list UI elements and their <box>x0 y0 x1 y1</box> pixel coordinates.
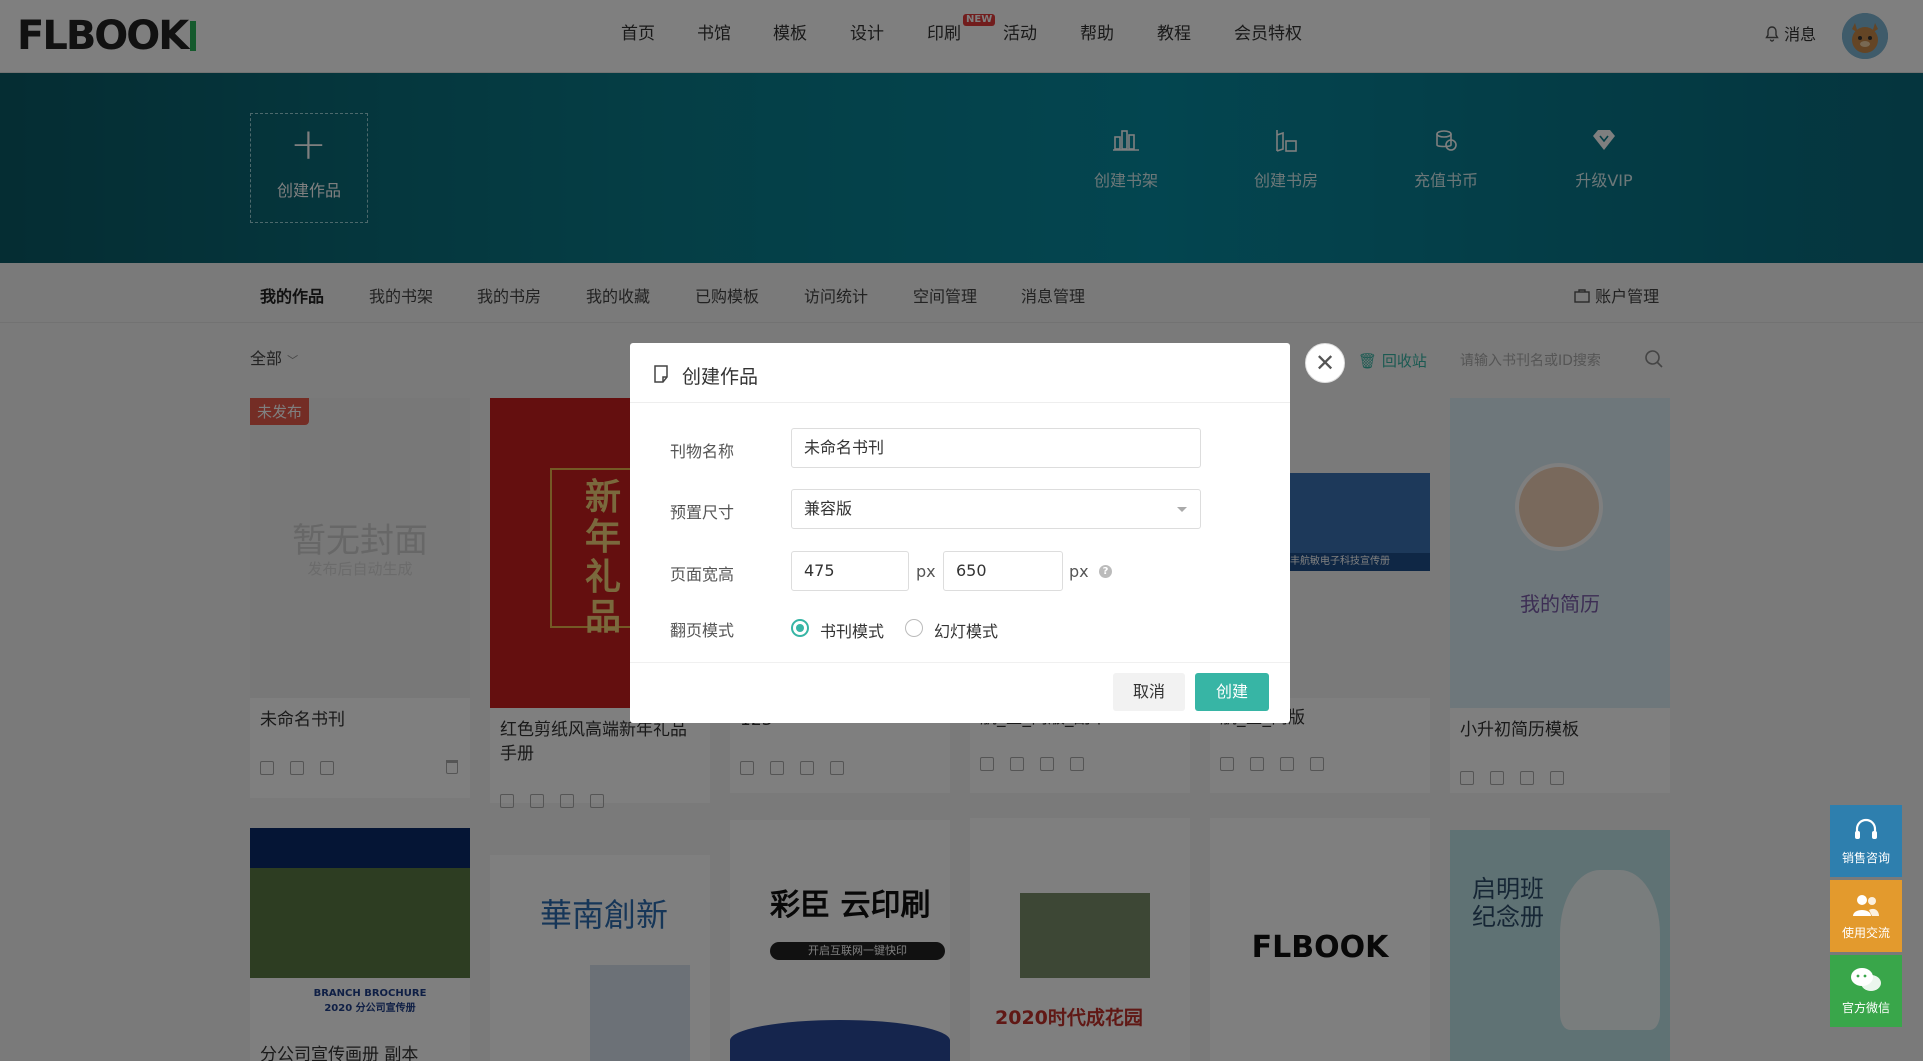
dialog-title: 创建作品 <box>682 366 759 388</box>
page-height-input[interactable]: 650 <box>943 551 1063 591</box>
help-icon[interactable]: ? <box>1099 565 1112 578</box>
book-mode-label[interactable]: 书刊模式 <box>820 618 884 642</box>
dialog-divider <box>630 662 1290 663</box>
height-unit: px <box>1069 562 1089 581</box>
close-dialog-button[interactable]: ✕ <box>1305 343 1345 383</box>
document-icon <box>654 365 668 383</box>
name-label: 刊物名称 <box>670 442 735 461</box>
headset-icon <box>1855 818 1877 839</box>
slide-mode-label[interactable]: 幻灯模式 <box>934 618 998 642</box>
close-icon: ✕ <box>1314 349 1336 377</box>
caret-down-icon <box>1177 507 1187 512</box>
page-width-input[interactable]: 475 <box>791 551 909 591</box>
dimension-label: 页面宽高 <box>670 565 735 584</box>
users-icon <box>1853 895 1879 916</box>
create-button[interactable]: 创建 <box>1195 673 1269 711</box>
size-label: 预置尺寸 <box>670 503 735 522</box>
cancel-button[interactable]: 取消 <box>1113 673 1185 711</box>
page-mode-label: 翻页模式 <box>670 621 735 640</box>
sales-consult-button[interactable]: 销售咨询 <box>1830 805 1902 877</box>
slide-mode-radio[interactable] <box>905 619 923 637</box>
wechat-icon <box>1851 968 1881 991</box>
official-wechat-button[interactable]: 官方微信 <box>1830 955 1902 1027</box>
preset-size-select[interactable]: 兼容版 <box>791 489 1201 529</box>
width-unit: px <box>916 562 936 581</box>
publication-name-input[interactable]: 未命名书刊 <box>791 428 1201 468</box>
user-community-button[interactable]: 使用交流 <box>1830 880 1902 952</box>
book-mode-radio[interactable] <box>791 619 809 637</box>
